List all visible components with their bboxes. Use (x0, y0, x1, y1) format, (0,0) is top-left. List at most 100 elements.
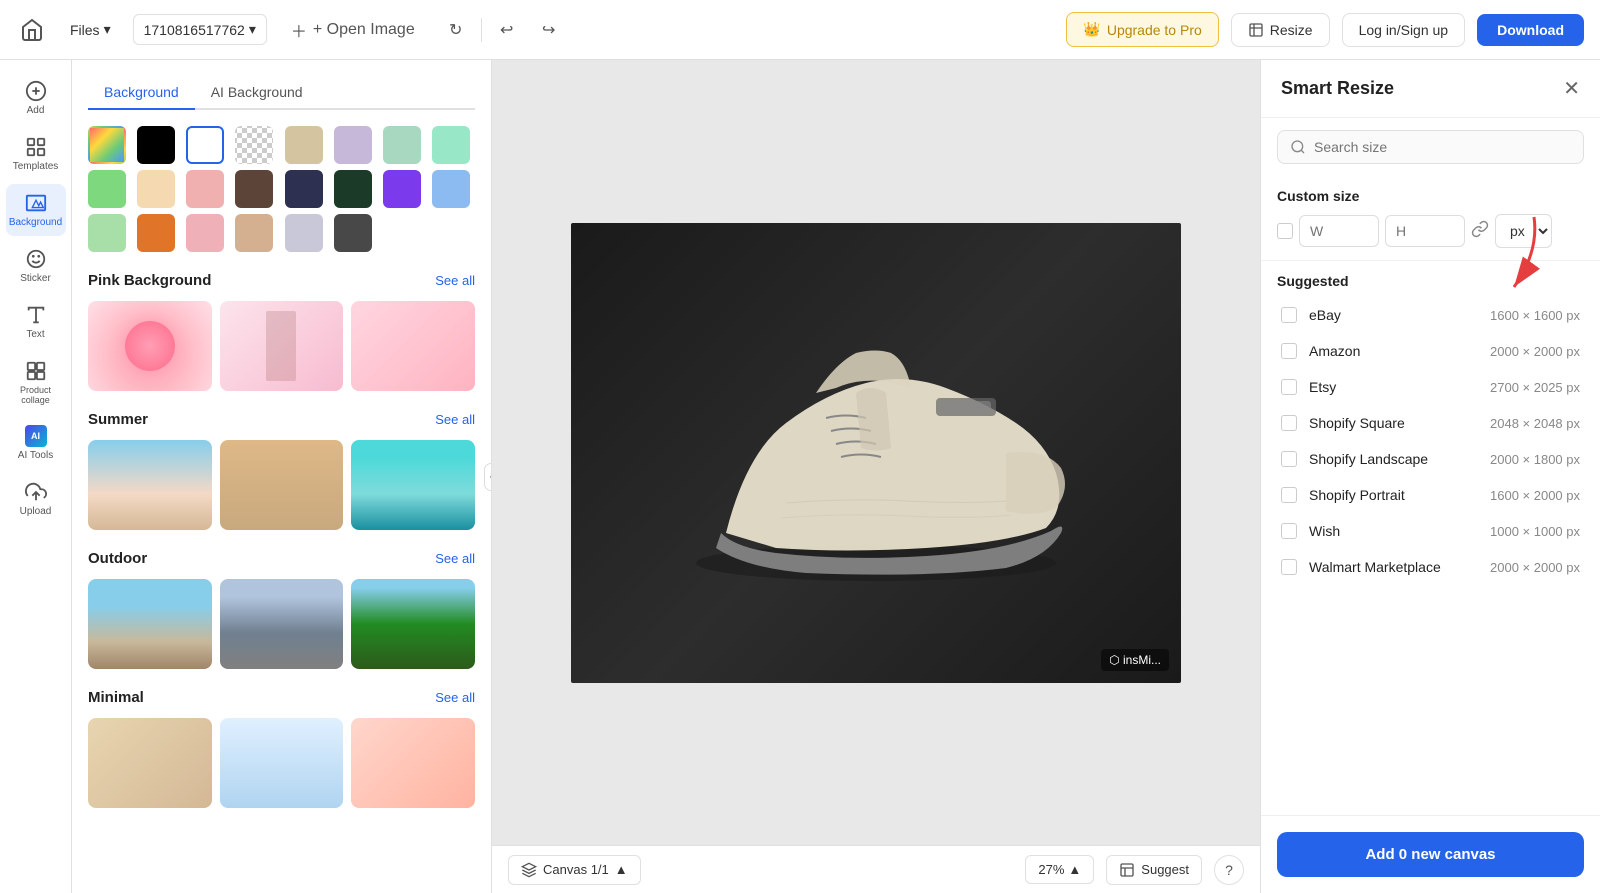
color-swatch-peach[interactable] (137, 170, 175, 208)
color-swatch-sand[interactable] (235, 214, 273, 252)
suggested-item-shopify-landscape[interactable]: Shopify Landscape 2000 × 1800 px (1277, 441, 1584, 477)
etsy-checkbox[interactable] (1281, 379, 1297, 395)
pink-thumb-1[interactable] (88, 301, 212, 391)
outdoor-thumb-1[interactable] (88, 579, 212, 669)
color-swatch-silver[interactable] (285, 214, 323, 252)
wish-checkbox[interactable] (1281, 523, 1297, 539)
minimal-see-all-button[interactable]: See all (435, 690, 475, 705)
sticker-label: Sticker (20, 273, 51, 284)
minimal-thumb-2[interactable] (220, 718, 344, 808)
suggest-button[interactable]: Suggest (1106, 855, 1202, 885)
help-button[interactable]: ? (1214, 855, 1244, 885)
background-label: Background (9, 217, 62, 228)
shopify-portrait-checkbox[interactable] (1281, 487, 1297, 503)
color-swatch-white[interactable] (186, 126, 224, 164)
color-swatch-charcoal[interactable] (334, 214, 372, 252)
summer-see-all-button[interactable]: See all (435, 412, 475, 427)
color-swatch-seafoam[interactable] (432, 126, 470, 164)
search-size-input-container[interactable] (1277, 130, 1584, 164)
outdoor-thumb-2[interactable] (220, 579, 344, 669)
color-swatch-black[interactable] (137, 126, 175, 164)
sidebar-item-text[interactable]: Text (6, 296, 66, 348)
filename-display[interactable]: 1710816517762 ▾ (133, 14, 267, 45)
custom-size-checkbox[interactable] (1277, 223, 1293, 239)
color-swatch-mint[interactable] (383, 126, 421, 164)
login-button[interactable]: Log in/Sign up (1342, 13, 1466, 47)
summer-thumb-2[interactable] (220, 440, 344, 530)
shopify-landscape-checkbox[interactable] (1281, 451, 1297, 467)
sidebar-item-templates[interactable]: Templates (6, 128, 66, 180)
suggested-item-amazon[interactable]: Amazon 2000 × 2000 px (1277, 333, 1584, 369)
color-swatch-lavender[interactable] (334, 126, 372, 164)
suggested-item-shopify-square[interactable]: Shopify Square 2048 × 2048 px (1277, 405, 1584, 441)
color-swatch-transparent[interactable] (235, 126, 273, 164)
canvas-content[interactable]: ⬡ insMi... (492, 60, 1260, 845)
sidebar-item-add[interactable]: Add (6, 72, 66, 124)
color-swatch-brown[interactable] (235, 170, 273, 208)
height-input[interactable] (1385, 215, 1465, 247)
summer-thumb-1[interactable] (88, 440, 212, 530)
summer-thumb-3[interactable] (351, 440, 475, 530)
pink-thumb-3[interactable] (351, 301, 475, 391)
files-button[interactable]: Files ▾ (60, 15, 121, 44)
open-image-button[interactable]: ＋ + Open Image (279, 13, 427, 47)
home-button[interactable] (16, 14, 48, 46)
undo-button[interactable]: ↩ (490, 13, 524, 47)
unit-select[interactable]: px (1495, 214, 1552, 248)
color-swatch-lightblue[interactable] (432, 170, 470, 208)
sidebar-item-ai-tools[interactable]: AI AI Tools (6, 417, 66, 469)
walmart-checkbox[interactable] (1281, 559, 1297, 575)
outdoor-see-all-label: See all (435, 551, 475, 566)
summer-section-title: Summer (88, 411, 148, 428)
smart-resize-close-button[interactable]: ✕ (1563, 76, 1580, 101)
sidebar-item-background[interactable]: Background (6, 184, 66, 236)
panel-collapse-handle[interactable]: ‹ (484, 463, 492, 491)
upgrade-button[interactable]: 👑 Upgrade to Pro (1066, 12, 1218, 47)
minimal-thumb-3[interactable] (351, 718, 475, 808)
templates-icon (25, 136, 47, 158)
etsy-size: 2700 × 2025 px (1490, 380, 1580, 395)
width-input[interactable] (1299, 215, 1379, 247)
divider (481, 18, 482, 42)
download-button[interactable]: Download (1477, 14, 1584, 46)
suggested-item-ebay[interactable]: eBay 1600 × 1600 px (1277, 297, 1584, 333)
search-size-input[interactable] (1314, 139, 1571, 155)
zoom-display[interactable]: 27% ▲ (1025, 855, 1094, 884)
redo-button[interactable]: ↪ (532, 13, 566, 47)
ebay-checkbox[interactable] (1281, 307, 1297, 323)
color-swatch-purple[interactable] (383, 170, 421, 208)
pink-thumb-2[interactable] (220, 301, 344, 391)
resize-button[interactable]: Resize (1231, 13, 1330, 47)
suggested-item-wish[interactable]: Wish 1000 × 1000 px (1277, 513, 1584, 549)
color-swatch-navy[interactable] (285, 170, 323, 208)
color-swatch-green[interactable] (88, 170, 126, 208)
canvas-area: ⬡ insMi... Canvas 1/1 ▲ 27% ▲ (492, 60, 1260, 893)
ebay-size: 1600 × 1600 px (1490, 308, 1580, 323)
suggested-item-walmart[interactable]: Walmart Marketplace 2000 × 2000 px (1277, 549, 1584, 585)
minimal-thumb-1[interactable] (88, 718, 212, 808)
outdoor-thumb-3[interactable] (351, 579, 475, 669)
color-swatch-lightgreen[interactable] (88, 214, 126, 252)
tab-ai-background[interactable]: AI Background (195, 76, 319, 110)
color-swatch-tan[interactable] (285, 126, 323, 164)
sidebar-item-upload[interactable]: Upload (6, 473, 66, 525)
link-dimensions-button[interactable] (1471, 220, 1489, 243)
suggested-item-etsy[interactable]: Etsy 2700 × 2025 px (1277, 369, 1584, 405)
add-canvas-button[interactable]: Add 0 new canvas (1277, 832, 1584, 877)
shopify-square-checkbox[interactable] (1281, 415, 1297, 431)
color-swatch-rainbow[interactable] (88, 126, 126, 164)
sidebar-item-product-collage[interactable]: Product collage (6, 352, 66, 413)
outdoor-see-all-button[interactable]: See all (435, 551, 475, 566)
sidebar-item-sticker[interactable]: Sticker (6, 240, 66, 292)
color-swatch-lightpink[interactable] (186, 214, 224, 252)
suggested-item-shopify-portrait[interactable]: Shopify Portrait 1600 × 2000 px (1277, 477, 1584, 513)
amazon-checkbox[interactable] (1281, 343, 1297, 359)
sync-icon-button[interactable]: ↻ (439, 13, 473, 47)
upload-icon (25, 481, 47, 503)
color-swatch-darkgreen[interactable] (334, 170, 372, 208)
color-swatch-orange[interactable] (137, 214, 175, 252)
tab-background[interactable]: Background (88, 76, 195, 110)
pink-see-all-button[interactable]: See all (435, 273, 475, 288)
color-swatch-pink[interactable] (186, 170, 224, 208)
layers-button[interactable]: Canvas 1/1 ▲ (508, 855, 641, 885)
